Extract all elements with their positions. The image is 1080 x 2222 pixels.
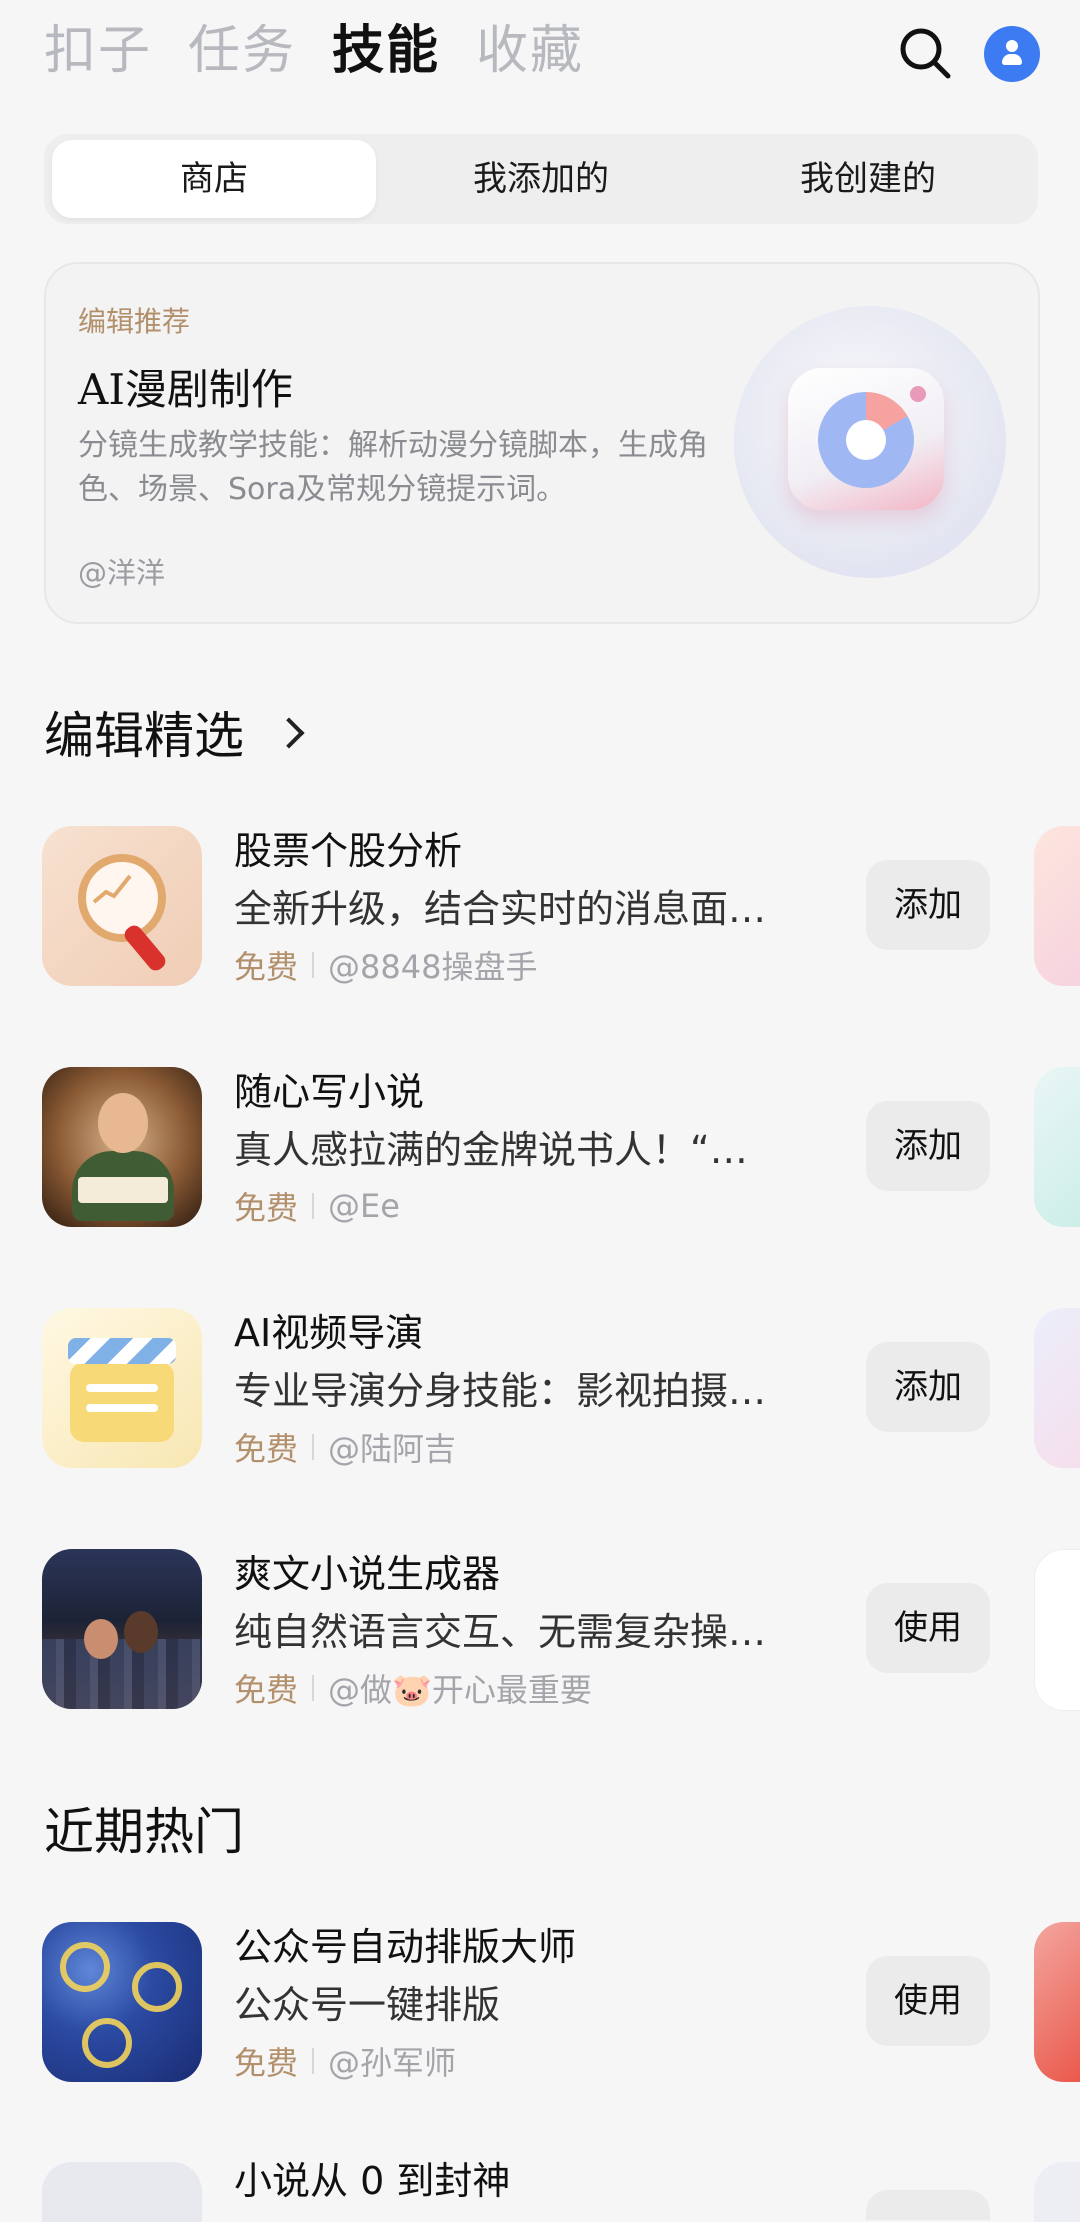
skill-name: 股票个股分析 <box>234 829 463 873</box>
storyteller-face <box>98 1093 148 1153</box>
main-tabs: 扣子 任务 技能 收藏 <box>44 18 584 84</box>
use-button[interactable]: 使用 <box>866 1956 990 2046</box>
editor-picks-heading[interactable]: 编辑精选 <box>44 696 244 768</box>
add-button[interactable]: 添加 <box>866 860 990 950</box>
next-item-peek[interactable] <box>1034 1922 1080 2082</box>
list-item[interactable]: AI视频导演 专业导演分身技能：影视拍摄… 免费 @陆阿吉 添加 <box>0 1308 1080 1508</box>
meta-divider <box>312 1434 315 1460</box>
featured-author: @洋洋 <box>78 556 166 590</box>
skill-meta: 免费 @Ee <box>234 1183 400 1229</box>
add-button[interactable]: 添加 <box>866 1342 990 1432</box>
featured-skill-card[interactable]: 编辑推荐 AI漫剧制作 分镜生成教学技能：解析动漫分镜脚本，生成角色、场景、So… <box>44 262 1040 624</box>
skill-meta: 免费 @陆阿吉 <box>234 1424 456 1470</box>
swirl-shape <box>82 2018 132 2068</box>
featured-description: 分镜生成教学技能：解析动漫分镜脚本，生成角色、场景、Sora及常规分镜提示词。 <box>78 428 708 507</box>
author-label: @做🐷开心最重要 <box>328 1671 592 1709</box>
meta-divider <box>312 1675 315 1701</box>
price-label: 免费 <box>234 1430 299 1468</box>
clapperboard-lines <box>86 1384 158 1392</box>
chevron-right-icon[interactable] <box>273 717 305 749</box>
segment-added[interactable]: 我添加的 <box>379 140 703 218</box>
use-button[interactable]: 使用 <box>866 1583 990 1673</box>
swirl-shape <box>60 1942 110 1992</box>
tab-skills[interactable]: 技能 <box>332 18 440 84</box>
featured-title: AI漫剧制作 <box>78 365 293 414</box>
skill-meta: 免费 @孙军师 <box>234 2038 456 2084</box>
tab-kouzi[interactable]: 扣子 <box>44 18 152 84</box>
store-segment-control: 商店 我添加的 我创建的 <box>44 134 1038 224</box>
price-label: 免费 <box>234 2044 299 2082</box>
city-couple-icon <box>42 1549 202 1709</box>
clapperboard-top <box>68 1338 176 1364</box>
skill-description: 真人感拉满的金牌说书人！“… <box>234 1128 748 1172</box>
top-nav: 扣子 任务 技能 收藏 <box>0 0 1080 110</box>
next-item-peek[interactable] <box>1034 1308 1080 1468</box>
price-label: 免费 <box>234 1671 299 1709</box>
skill-name: AI视频导演 <box>234 1311 424 1355</box>
meta-divider <box>312 1193 315 1219</box>
next-item-peek[interactable] <box>1034 826 1080 986</box>
skill-name: 公众号自动排版大师 <box>234 1925 577 1969</box>
camera-flash-dot <box>910 386 926 402</box>
camera-app-icon <box>734 306 1006 578</box>
next-item-peek[interactable] <box>1034 1549 1080 1711</box>
search-icon[interactable] <box>896 24 954 82</box>
person-one <box>84 1619 118 1659</box>
next-item-peek[interactable] <box>1034 1067 1080 1227</box>
avatar-body <box>1002 54 1022 65</box>
tab-favorites[interactable]: 收藏 <box>476 18 584 84</box>
storyteller-icon <box>42 1067 202 1227</box>
list-item[interactable]: 公众号自动排版大师 公众号一键排版 免费 @孙军师 使用 <box>0 1922 1080 2122</box>
meta-divider <box>312 952 315 978</box>
segment-store[interactable]: 商店 <box>52 140 376 218</box>
author-label: @Ee <box>328 1187 400 1225</box>
user-avatar-icon[interactable] <box>984 26 1040 82</box>
list-item[interactable]: 随心写小说 真人感拉满的金牌说书人！“… 免费 @Ee 添加 <box>0 1067 1080 1267</box>
price-label: 免费 <box>234 1189 299 1227</box>
avatar-head <box>1006 40 1018 52</box>
skill-name: 爽文小说生成器 <box>234 1552 501 1596</box>
camera-body <box>788 368 944 510</box>
price-label: 免费 <box>234 948 299 986</box>
skill-name[interactable]: 小说从 0 到封神 <box>234 2150 510 2205</box>
skill-description: 纯自然语言交互、无需复杂操… <box>234 1610 767 1654</box>
person-two <box>124 1611 158 1653</box>
meta-divider <box>312 2048 315 2074</box>
partial-item-icon[interactable] <box>42 2162 202 2222</box>
skill-description: 全新升级，结合实时的消息面… <box>234 887 767 931</box>
city-skyline <box>42 1639 202 1709</box>
skill-meta: 免费 @做🐷开心最重要 <box>234 1665 592 1711</box>
skill-description: 公众号一键排版 <box>234 1983 501 2027</box>
skill-name: 随心写小说 <box>234 1070 425 1114</box>
next-item-peek[interactable] <box>1034 2162 1080 2222</box>
swirl-shape <box>132 1962 182 2012</box>
camera-lens-center <box>846 420 886 460</box>
featured-tag: 编辑推荐 <box>78 305 191 338</box>
skill-meta: 免费 @8848操盘手 <box>234 942 537 988</box>
magnifier-chart-icon <box>42 826 202 986</box>
trending-heading: 近期热门 <box>44 1803 244 1861</box>
clapperboard-icon <box>42 1308 202 1468</box>
storyteller-book <box>78 1177 168 1203</box>
add-button[interactable]: 添加 <box>866 1101 990 1191</box>
skill-description: 专业导演分身技能：影视拍摄… <box>234 1369 767 1413</box>
list-item[interactable]: 爽文小说生成器 纯自然语言交互、无需复杂操… 免费 @做🐷开心最重要 使用 <box>0 1549 1080 1749</box>
author-label: @孙军师 <box>328 2044 457 2082</box>
list-item[interactable]: 股票个股分析 全新升级，结合实时的消息面… 免费 @8848操盘手 添加 <box>0 826 1080 1026</box>
starry-night-icon <box>42 1922 202 2082</box>
author-label: @陆阿吉 <box>328 1430 457 1468</box>
partial-item-button[interactable] <box>866 2190 990 2220</box>
magnifier-lens <box>78 854 166 942</box>
clapperboard-body <box>70 1362 174 1442</box>
segment-created[interactable]: 我创建的 <box>706 140 1030 218</box>
author-label: @8848操盘手 <box>328 948 538 986</box>
tab-tasks[interactable]: 任务 <box>188 18 296 84</box>
